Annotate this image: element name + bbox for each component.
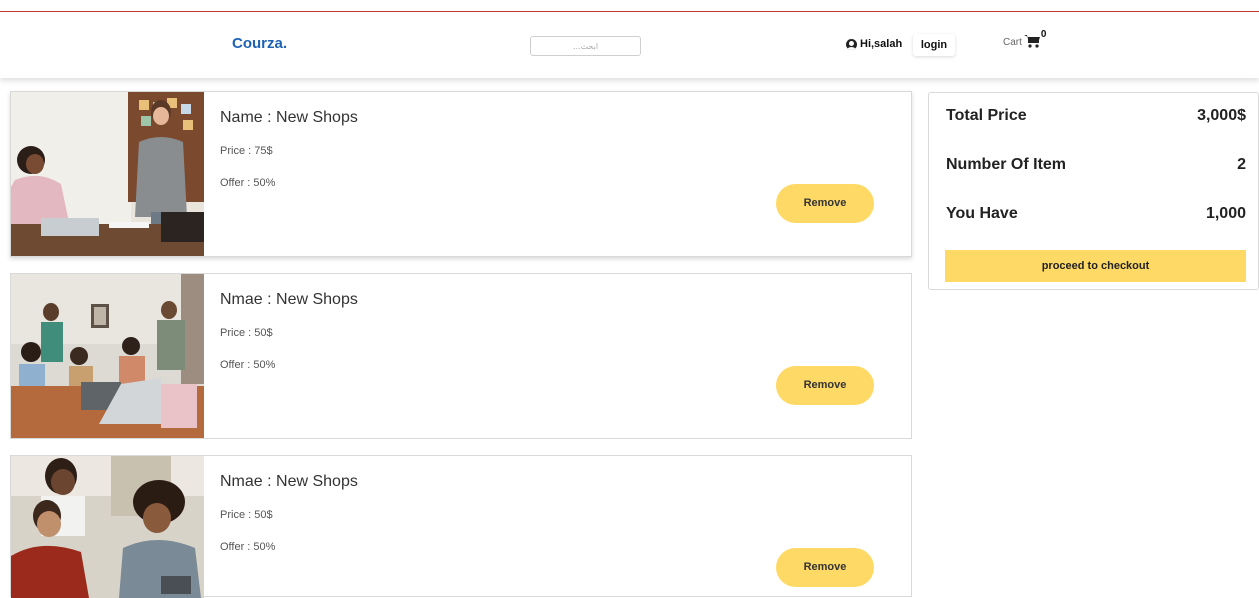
navbar: Courza. Hi,salah login Cart 0 [0,12,1259,78]
item-count-label: Number Of Item [946,156,1067,173]
total-price-value: 3,000$ [1197,107,1246,124]
balance-row: You Have 1,000 [946,205,1246,223]
item-offer: Offer : 50% [220,177,276,189]
total-price-label: Total Price [946,107,1027,124]
cart-label: Cart [1003,37,1022,48]
checkout-button[interactable]: proceed to checkout [945,250,1246,282]
item-count-row: Number Of Item 2 [946,156,1246,174]
order-summary: Total Price 3,000$ Number Of Item 2 You … [928,92,1259,290]
brand-logo[interactable]: Courza. [232,35,287,52]
item-name: Nmae : New Shops [220,473,358,490]
user-circle-icon [846,38,857,50]
cart-item: Name : New Shops Price : 75$ Offer : 50%… [10,91,912,257]
greeting-text: Hi,salah [860,38,903,50]
item-price: Price : 50$ [220,509,273,521]
shopping-cart-icon [1023,35,1040,48]
balance-label: You Have [946,205,1018,222]
cart-count-badge: 0 [1040,29,1047,40]
item-offer: Offer : 50% [220,541,276,553]
user-greeting[interactable]: Hi,salah [846,38,902,50]
item-name: Nmae : New Shops [220,291,358,308]
item-image [11,274,204,438]
search-input[interactable] [530,36,641,56]
remove-button[interactable]: Remove [776,184,874,223]
remove-button[interactable]: Remove [776,548,874,587]
balance-value: 1,000 [1205,205,1246,222]
item-price: Price : 75$ [220,145,273,157]
cart-link[interactable]: Cart 0 [1003,29,1046,48]
remove-button[interactable]: Remove [776,366,874,405]
item-image [11,456,204,598]
item-count-value: 2 [1237,156,1246,173]
item-image [11,92,204,256]
item-price: Price : 50$ [220,327,273,339]
total-price-row: Total Price 3,000$ [946,107,1246,125]
cart-item: Nmae : New Shops Price : 50$ Offer : 50%… [10,273,912,439]
cart-item: Nmae : New Shops Price : 50$ Offer : 50%… [10,455,912,598]
item-name: Name : New Shops [220,109,358,126]
item-offer: Offer : 50% [220,359,276,371]
login-button[interactable]: login [913,34,955,56]
